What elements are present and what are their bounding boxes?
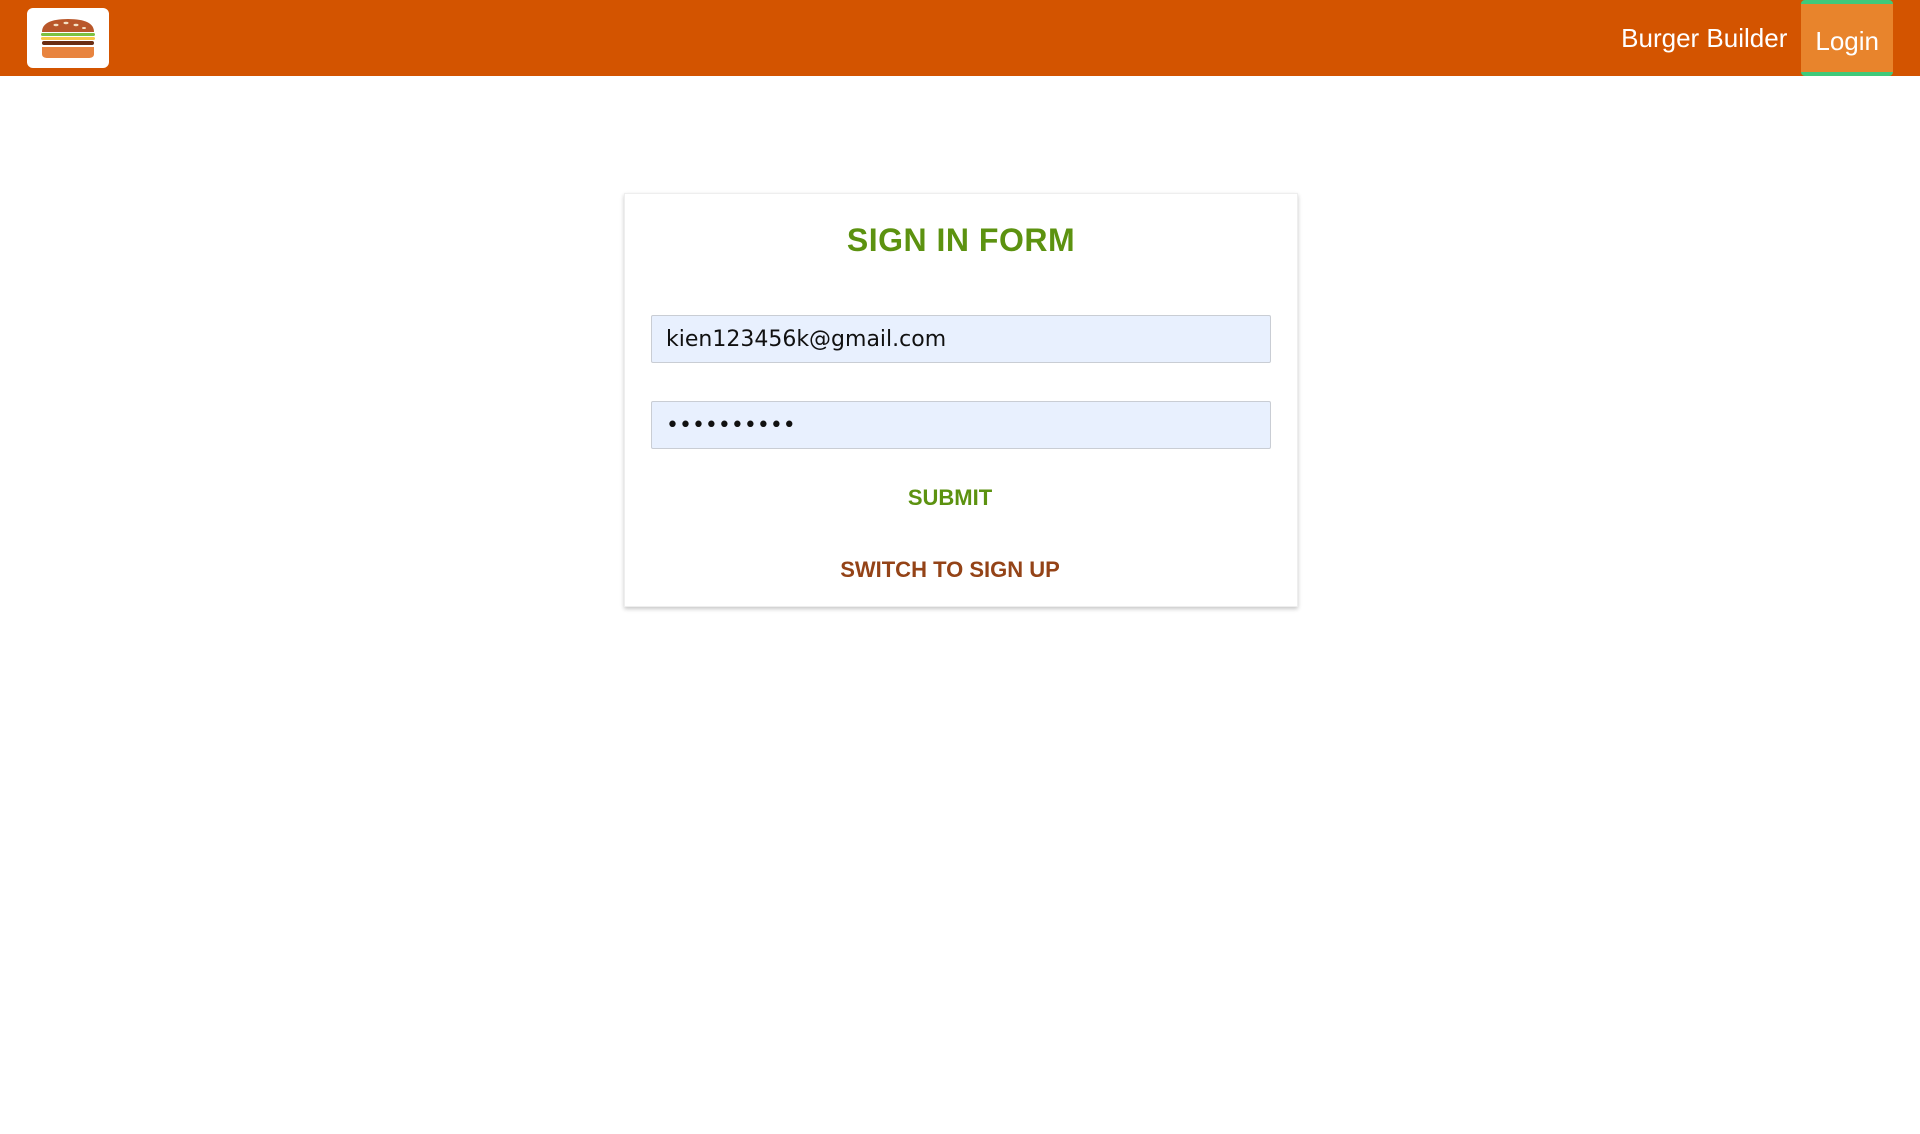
main-nav: Burger Builder Login (1607, 0, 1893, 76)
submit-button[interactable]: SUBMIT (614, 485, 1286, 511)
nav-login[interactable]: Login (1801, 0, 1893, 76)
nav-burger-builder[interactable]: Burger Builder (1607, 0, 1801, 76)
switch-to-sign-up-button[interactable]: SWITCH TO SIGN UP (614, 557, 1286, 583)
email-input[interactable] (651, 315, 1271, 363)
logo[interactable] (27, 8, 109, 68)
toolbar: Burger Builder Login (0, 0, 1920, 76)
auth-card: SIGN IN FORM SUBMIT SWITCH TO SIGN UP (624, 193, 1298, 607)
password-input[interactable] (651, 401, 1271, 449)
form-title: SIGN IN FORM (846, 222, 1076, 258)
burger-logo-icon (41, 19, 95, 58)
